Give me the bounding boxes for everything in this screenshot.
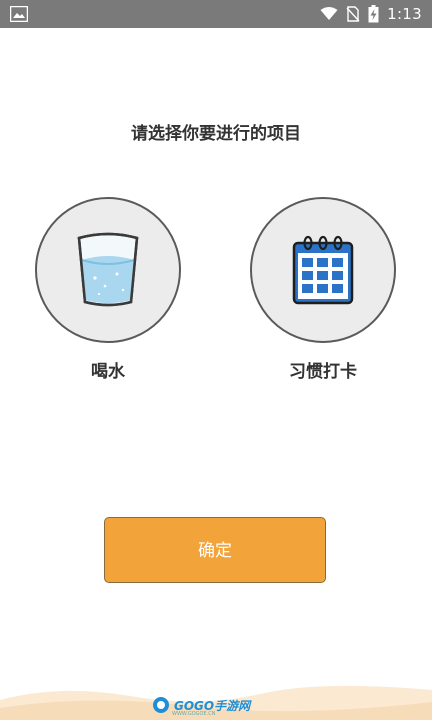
option-circle[interactable] bbox=[250, 197, 396, 343]
watermark: GOGO手游网 WWW.GOGOE.CN bbox=[152, 696, 250, 717]
battery-charging-icon bbox=[368, 5, 379, 23]
watermark-url: WWW.GOGOE.CN bbox=[172, 711, 216, 717]
page-title: 请选择你要进行的项目 bbox=[131, 124, 301, 144]
status-bar: 1:13 bbox=[0, 0, 432, 28]
confirm-button[interactable]: 确定 bbox=[104, 517, 326, 583]
logo-icon bbox=[153, 697, 169, 713]
water-glass-icon bbox=[77, 232, 139, 307]
option-label: 习惯打卡 bbox=[289, 362, 357, 382]
option-label: 喝水 bbox=[91, 362, 125, 382]
no-sim-icon bbox=[346, 6, 360, 22]
calendar-icon bbox=[292, 235, 354, 305]
option-drink-water[interactable]: 喝水 bbox=[35, 197, 181, 382]
clock: 1:13 bbox=[387, 5, 422, 23]
option-circle[interactable] bbox=[35, 197, 181, 343]
gallery-icon bbox=[10, 6, 28, 22]
option-habit-checkin[interactable]: 习惯打卡 bbox=[250, 197, 396, 382]
wifi-icon bbox=[320, 7, 338, 20]
